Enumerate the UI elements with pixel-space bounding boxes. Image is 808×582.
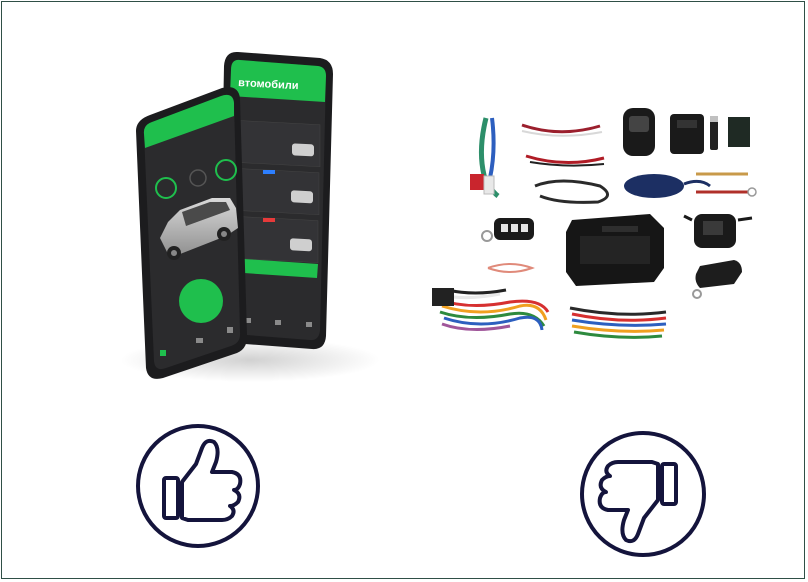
engine-start-button-image	[179, 279, 223, 323]
illustration-canvas: втомобили	[120, 51, 757, 557]
car-alarm-kit-image	[432, 108, 757, 339]
front-phone	[136, 87, 248, 379]
thumbs-down-icon	[580, 431, 706, 557]
thumbs-up-icon	[136, 424, 260, 548]
smartphones-app-image: втомобили	[120, 51, 380, 382]
